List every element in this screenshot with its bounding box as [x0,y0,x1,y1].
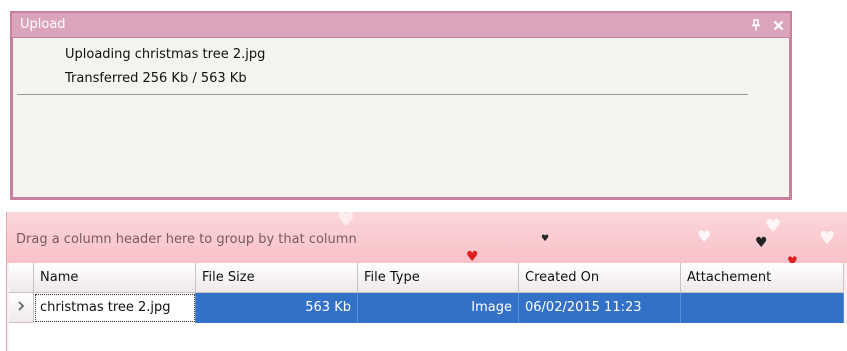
cell-name[interactable]: christmas tree 2.jpg [34,293,196,323]
heart-decoration-icon: ♥ [819,228,836,249]
upload-divider [17,94,748,95]
header-corner [9,263,34,293]
heart-decoration-icon: ♥ [541,234,550,244]
close-icon[interactable] [772,19,784,31]
heart-decoration-icon: ♥ [755,235,768,251]
grid-empty-area [9,323,847,351]
upload-body: Uploading christmas tree 2.jpg Transferr… [13,38,789,197]
upload-panel: Upload Uploading christmas tree 2.jpg Tr… [10,11,792,200]
heart-decoration-icon: ♥ [697,227,712,246]
cell-file-type[interactable]: Image [358,293,519,323]
cell-attachement[interactable] [681,293,844,323]
heart-decoration-icon: ♥ [765,216,782,237]
column-header-file-size[interactable]: File Size [196,263,358,293]
heart-decoration-icon: ♥ [466,249,479,263]
files-grid: ♥ ♥ ♥ ♥ ♥ ♥ ♥ ♥ Drag a column header her… [6,212,847,351]
group-panel[interactable]: ♥ ♥ ♥ ♥ ♥ ♥ ♥ ♥ Drag a column header her… [7,212,847,263]
chevron-right-icon [17,300,25,315]
upload-status-text: Uploading christmas tree 2.jpg [65,47,266,62]
upload-progress-text: Transferred 256 Kb / 563 Kb [65,71,247,86]
table-row[interactable]: christmas tree 2.jpg 563 Kb Image 06/02/… [9,293,844,323]
cell-file-size[interactable]: 563 Kb [196,293,358,323]
column-header-created-on[interactable]: Created On [519,263,681,293]
cell-created-on[interactable]: 06/02/2015 11:23 [519,293,681,323]
row-indicator[interactable] [9,293,34,323]
upload-title: Upload [20,17,66,32]
column-header-attachement[interactable]: Attachement [681,263,844,293]
upload-title-buttons [750,13,784,37]
header-row: Name File Size File Type Created On Atta… [9,263,844,293]
heart-decoration-icon: ♥ [787,254,798,263]
column-header-name[interactable]: Name [34,263,196,293]
column-header-file-type[interactable]: File Type [358,263,519,293]
group-panel-hint: Drag a column header here to group by th… [16,232,357,247]
heart-decoration-icon: ♥ [337,212,355,231]
pin-icon[interactable] [750,19,762,31]
upload-title-bar[interactable]: Upload [12,13,790,37]
